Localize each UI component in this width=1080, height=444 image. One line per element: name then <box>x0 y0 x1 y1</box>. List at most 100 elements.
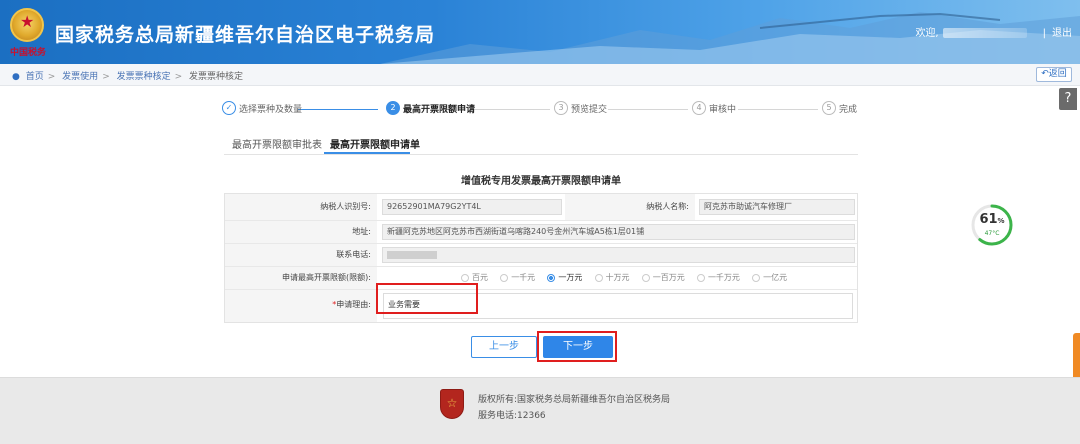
emblem-caption: 中国税务 <box>9 48 46 58</box>
radio-label: 一百万元 <box>652 273 685 282</box>
logout-link[interactable]: 退出 <box>1052 28 1072 39</box>
tax-emblem-icon[interactable]: ★ <box>10 8 44 42</box>
system-monitor-widget[interactable]: 61% 47°C <box>970 203 1014 247</box>
radio-checked-icon <box>547 273 556 282</box>
limit-option-hundred[interactable]: 百元 <box>461 272 488 283</box>
step-check-icon: ✓ <box>222 101 236 115</box>
taxpayer-name-label: 纳税人名称: <box>565 194 695 220</box>
address-label: 地址: <box>225 221 377 243</box>
radio-label: 一千元 <box>511 273 536 282</box>
chevron-right-icon: > <box>47 72 56 82</box>
top-header: ★ 中国税务 国家税务总局新疆维吾尔自治区电子税务局 欢迎, | 退出 <box>0 0 1080 64</box>
breadcrumb-invoice-type[interactable]: 发票票种核定 <box>117 72 171 82</box>
separator: | <box>1042 28 1046 39</box>
step-number: 5 <box>822 101 836 115</box>
user-area: 欢迎, | 退出 <box>915 24 1072 39</box>
footer-phone: 服务电话:12366 <box>478 411 546 421</box>
radio-label: 一亿元 <box>763 273 788 282</box>
prev-button[interactable]: 上一步 <box>471 336 537 358</box>
radio-icon <box>752 273 761 282</box>
reason-highlight-box <box>376 283 478 314</box>
taxpayer-id-label: 纳税人识别号: <box>225 194 377 220</box>
radio-label: 十万元 <box>605 273 630 282</box>
step-connector <box>608 109 688 110</box>
step-5: 5 完成 <box>822 101 857 119</box>
tab-approval-form[interactable]: 最高开票限额审批表 <box>232 136 322 151</box>
gauge-value: 61 <box>979 212 998 227</box>
chevron-right-icon: > <box>102 72 110 82</box>
step-label: 最高开票限额申请 <box>403 104 476 115</box>
radio-label: 一万元 <box>558 273 583 282</box>
back-label: 返回 <box>1048 69 1067 79</box>
reason-label-text: 申请理由: <box>336 300 371 309</box>
limit-label-text: 申请最高开票限额(限额) <box>282 273 369 282</box>
limit-option-hundred-million[interactable]: 一亿元 <box>752 272 787 283</box>
step-label: 预览提交 <box>571 104 608 115</box>
step-connector <box>470 109 550 110</box>
site-title[interactable]: 国家税务总局新疆维吾尔自治区电子税务局 <box>55 20 435 47</box>
breadcrumb-invoice-use[interactable]: 发票使用 <box>62 72 98 82</box>
footer-copyright: 版权所有:国家税务总局新疆维吾尔自治区税务局 <box>478 395 671 405</box>
contact-phone-field[interactable] <box>382 247 855 263</box>
breadcrumb-home[interactable]: 首页 <box>26 72 44 82</box>
radio-label: 百元 <box>472 273 488 282</box>
breadcrumb-current: 发票票种核定 <box>189 72 244 82</box>
masked-phone <box>387 250 437 259</box>
address-field: 新疆阿克苏地区阿克苏市西湖街道乌喀路240号金州汽车城A5栋1层01铺 <box>382 224 855 240</box>
next-button[interactable]: 下一步 <box>543 336 613 358</box>
step-connector <box>738 109 818 110</box>
tax-shield-icon: ☆ <box>440 389 464 419</box>
step-number: 3 <box>554 101 568 115</box>
limit-option-ten-million[interactable]: 一千万元 <box>696 272 740 283</box>
tab-application-form[interactable]: 最高开票限额申请单 <box>330 136 420 151</box>
form-row-limit: 申请最高开票限额(限额): 百元 一千元 一万元 十万元 一百万元 一千万元 一… <box>225 267 857 290</box>
active-tab-indicator <box>324 152 410 154</box>
step-connector <box>298 109 378 110</box>
form-row-taxpayer: 纳税人识别号: 92652901MA79G2YT4L 纳税人名称: 阿克苏市助诚… <box>225 194 857 221</box>
location-pin-icon: ● <box>12 72 20 82</box>
limit-option-ten-thousand[interactable]: 一万元 <box>547 272 582 283</box>
side-float-tab[interactable] <box>1073 333 1080 383</box>
gauge-percent: 61% <box>970 212 1014 227</box>
breadcrumb-bar: ● 首页 > 发票使用 > 发票票种核定 > 发票票种核定 ↶返回 <box>0 64 1080 86</box>
step-3: 3 预览提交 <box>554 101 607 119</box>
taxpayer-name-field: 阿克苏市助诚汽车修理厂 <box>699 199 855 215</box>
step-number: 4 <box>692 101 706 115</box>
application-form: 纳税人识别号: 92652901MA79G2YT4L 纳税人名称: 阿克苏市助诚… <box>224 193 858 323</box>
form-title: 增值税专用发票最高开票限额申请单 <box>461 176 621 187</box>
step-label: 完成 <box>839 104 858 115</box>
limit-label: 申请最高开票限额(限额): <box>225 267 377 289</box>
gauge-temp: 47°C <box>984 230 1000 237</box>
form-row-contact: 联系电话: <box>225 244 857 267</box>
form-row-reason: *申请理由: 业务需要 <box>225 290 857 322</box>
back-button[interactable]: ↶返回 <box>1036 67 1072 82</box>
radio-icon <box>641 273 650 282</box>
tab-bar: 最高开票限额审批表 最高开票限额申请单 <box>224 131 858 155</box>
limit-option-thousand[interactable]: 一千元 <box>500 272 535 283</box>
radio-icon <box>500 273 509 282</box>
limit-option-million[interactable]: 一百万元 <box>641 272 685 283</box>
progress-steps: ✓ 选择票种及数量 2 最高开票限额申请 3 预览提交 4 审核中 5 完成 <box>222 101 862 119</box>
step-4: 4 审核中 <box>692 101 736 119</box>
step-1: ✓ 选择票种及数量 <box>222 101 302 119</box>
gauge-unit: % <box>997 217 1005 225</box>
radio-icon <box>594 273 603 282</box>
limit-radio-group: 百元 一千元 一万元 十万元 一百万元 一千万元 一亿元 <box>461 272 796 283</box>
limit-option-hundred-thousand[interactable]: 十万元 <box>594 272 630 283</box>
breadcrumb: ● 首页 > 发票使用 > 发票票种核定 > 发票票种核定 <box>12 69 243 82</box>
form-row-address: 地址: 新疆阿克苏地区阿克苏市西湖街道乌喀路240号金州汽车城A5栋1层01铺 <box>225 221 857 244</box>
masked-username <box>942 28 1027 38</box>
radio-icon <box>696 273 705 282</box>
reason-label: *申请理由: <box>225 290 377 322</box>
page-footer: ☆ 版权所有:国家税务总局新疆维吾尔自治区税务局 服务电话:12366 <box>0 377 1080 444</box>
welcome-text: 欢迎, <box>915 28 939 39</box>
limit-label-colon: : <box>368 273 371 282</box>
chevron-right-icon: > <box>174 72 183 82</box>
radio-label: 一千万元 <box>707 273 740 282</box>
step-number: 2 <box>386 101 400 115</box>
step-label: 审核中 <box>709 104 737 115</box>
help-button[interactable]: ? <box>1059 88 1077 110</box>
return-arrow-icon: ↶ <box>1041 69 1049 79</box>
step-2: 2 最高开票限额申请 <box>386 101 475 119</box>
step-label: 选择票种及数量 <box>239 104 303 115</box>
